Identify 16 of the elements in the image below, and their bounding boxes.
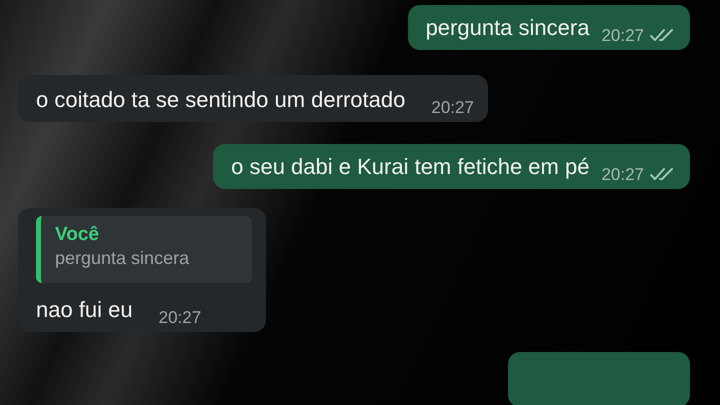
message-time: 20:27 bbox=[431, 99, 474, 117]
message-text: o coitado ta se sentindo um derrotado bbox=[36, 86, 406, 114]
partial-message-bubble[interactable] bbox=[508, 352, 690, 405]
quoted-message[interactable]: Você pergunta sincera bbox=[36, 216, 252, 283]
message-time: 20:27 bbox=[158, 309, 202, 327]
message-bubble[interactable]: o coitado ta se sentindo um derrotado 20:27 bbox=[18, 75, 488, 122]
message-text: o seu dabi e Kurai tem fetiche em pé bbox=[231, 153, 590, 181]
message-time: 20:27 bbox=[601, 27, 644, 45]
quote-text: pergunta sincera bbox=[55, 248, 190, 269]
message-text: pergunta sincera bbox=[426, 14, 590, 42]
message-text: nao fui eu bbox=[36, 296, 133, 324]
quote-author: Você bbox=[55, 224, 100, 246]
message-bubble[interactable]: pergunta sincera 20:27 bbox=[408, 5, 690, 50]
message-bubble[interactable]: o seu dabi e Kurai tem fetiche em pé 20:27 bbox=[213, 144, 690, 189]
message-time: 20:27 bbox=[601, 166, 644, 184]
message-bubble[interactable]: Você pergunta sincera nao fui eu 20:27 bbox=[18, 208, 266, 332]
